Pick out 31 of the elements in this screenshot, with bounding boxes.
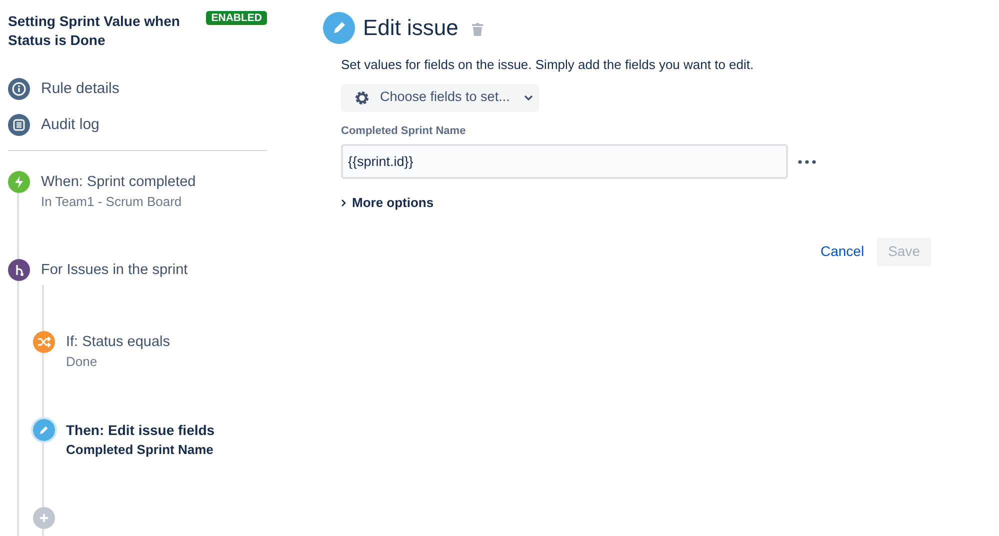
step-detail: Done — [66, 353, 98, 371]
step-detail: Completed Sprint Name — [66, 441, 214, 459]
choose-fields-dropdown[interactable]: Choose fields to set... — [341, 84, 539, 112]
chevron-down-icon — [524, 94, 533, 100]
pencil-icon[interactable] — [33, 419, 55, 441]
description-text: Set values for fields on the issue. Simply add the fields you want to edit. — [341, 56, 755, 74]
lightning-icon[interactable] — [8, 171, 30, 193]
field-label: Completed Sprint Name — [341, 124, 467, 138]
more-icon[interactable] — [798, 160, 816, 164]
editor-title: Edit issue — [363, 14, 458, 42]
shuffle-icon[interactable] — [33, 331, 55, 353]
pencil-icon — [323, 12, 355, 44]
cancel-link[interactable]: Cancel — [820, 241, 864, 262]
nav-link[interactable]: Audit log — [41, 114, 100, 136]
step-title[interactable]: For Issues in the sprint — [41, 259, 188, 281]
list-icon — [8, 114, 30, 136]
more-options-toggle[interactable]: More options — [352, 193, 434, 212]
step-detail: In Team1 - Scrum Board — [41, 193, 183, 211]
step-title[interactable]: When: Sprint completed — [41, 171, 196, 193]
step-title[interactable]: Then: Edit issue fields — [66, 419, 215, 441]
info-icon — [8, 78, 30, 100]
status-lozenge: ENABLED — [206, 11, 267, 25]
branch-icon[interactable] — [8, 259, 30, 281]
trash-icon[interactable] — [472, 22, 484, 36]
add-step-icon[interactable] — [33, 507, 55, 529]
chevron-icon[interactable] — [341, 198, 347, 207]
rule-title: Setting Sprint Value when Status is Done — [8, 12, 181, 50]
nav-link[interactable]: Rule details — [41, 78, 120, 100]
settings-icon — [354, 90, 370, 106]
text-field[interactable]: {{sprint.id}} — [341, 144, 788, 179]
step-title[interactable]: If: Status equals — [66, 331, 170, 353]
